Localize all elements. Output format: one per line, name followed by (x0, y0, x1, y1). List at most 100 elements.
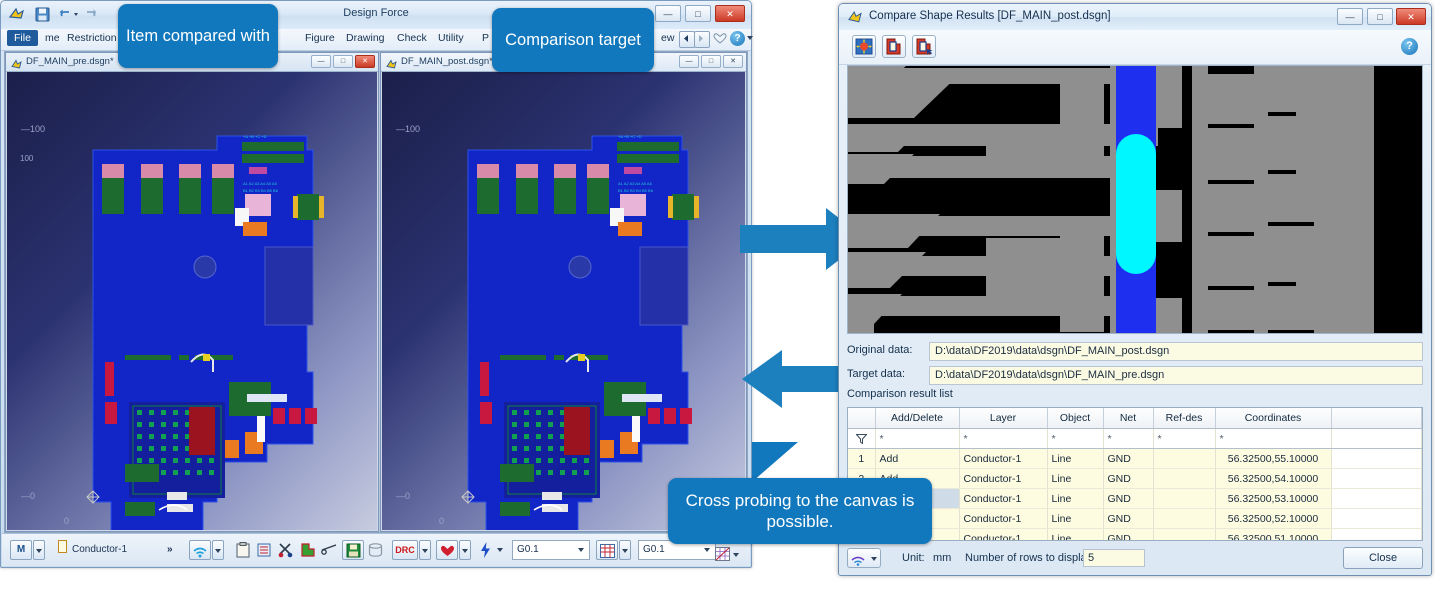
help-icon[interactable]: ? (730, 31, 745, 46)
mdi-label-pre: DF_MAIN_pre.dsgn* (26, 56, 114, 67)
menu-item-check[interactable]: Check (397, 32, 427, 44)
layer-name[interactable]: Conductor-1 (72, 540, 182, 560)
net-visibility-dropdown[interactable] (212, 540, 224, 560)
mdi-label-post: DF_MAIN_post.dsgn* (401, 56, 493, 67)
lightning-dropdown[interactable] (494, 540, 506, 560)
rows-to-display-input[interactable]: 5 (1083, 549, 1145, 567)
dialog-close-button[interactable]: ✕ (1396, 8, 1426, 25)
results-grid: Add/Delete Layer Object Net Ref-des Coor… (848, 408, 1422, 540)
mdi-window-post: DF_MAIN_post.dsgn* — □ ✕ —100 —0 0 +A +B… (380, 52, 747, 532)
table-row[interactable]: Conductor-1 Line GND 56.32500,52.10000 (848, 508, 1422, 529)
table-filter-row[interactable]: * * * * * * (848, 428, 1422, 449)
col-net[interactable]: Net (1103, 408, 1154, 429)
filter-funnel-icon[interactable] (848, 428, 876, 449)
row-layer: Conductor-1 (959, 468, 1048, 489)
row-spacer (1331, 508, 1422, 529)
snap-grid-dropdown[interactable] (733, 553, 739, 557)
nav-next-button[interactable] (694, 31, 710, 48)
row-spacer (1331, 448, 1422, 469)
save-design-icon[interactable] (342, 540, 364, 560)
mdi-maximize-post[interactable]: □ (701, 55, 721, 68)
unit-dropdown-caret[interactable] (871, 557, 877, 561)
drc-button[interactable]: DRC (392, 540, 418, 560)
grid-settings-button[interactable] (596, 540, 618, 560)
copy-select-icon[interactable] (912, 35, 936, 58)
filter-coordinates[interactable]: * (1215, 428, 1332, 449)
filter-object[interactable]: * (1047, 428, 1104, 449)
col-add-delete[interactable]: Add/Delete (875, 408, 960, 429)
mdi-maximize-pre[interactable]: □ (333, 55, 353, 68)
table-row[interactable]: 2 Add Conductor-1 Line GND 56.32500,54.1… (848, 468, 1422, 489)
net-visibility-button[interactable] (189, 540, 211, 560)
menu-item-utility[interactable]: Utility (438, 32, 464, 44)
menu-item-home[interactable]: me (45, 32, 60, 44)
target-data-field[interactable]: D:\data\DF2019\data\dsgn\DF_MAIN_pre.dsg… (929, 366, 1423, 385)
check-heart-button[interactable] (436, 540, 458, 560)
col-layer[interactable]: Layer (959, 408, 1048, 429)
pcb-canvas-pre[interactable]: 100 —100 —0 0 +A +B +C +D A1 A2 A3 A4 A5… (7, 72, 377, 530)
grid-combo-1-caret[interactable] (578, 548, 584, 552)
row-net: GND (1103, 488, 1154, 509)
snap-grid-icon[interactable] (715, 547, 731, 561)
filter-refdes[interactable]: * (1153, 428, 1216, 449)
compare-icon[interactable] (852, 35, 876, 58)
menu-item-restriction[interactable]: Restriction (67, 32, 117, 44)
database-icon[interactable] (366, 540, 384, 560)
svg-text:A1 A2 A3 A4 A5 A6: A1 A2 A3 A4 A5 A6 (618, 181, 653, 186)
table-row[interactable]: Conductor-1 Line GND 56.32500,53.10000 (848, 488, 1422, 509)
comparison-result-table[interactable]: Add/Delete Layer Object Net Ref-des Coor… (847, 407, 1423, 541)
menu-item-view[interactable]: ew (661, 32, 674, 44)
mdi-minimize-pre[interactable]: — (311, 55, 331, 68)
table-row[interactable]: Conductor-1 Line GND 56.32500,51.10000 (848, 528, 1422, 540)
grid-settings-dropdown[interactable] (619, 540, 631, 560)
close-button[interactable]: ✕ (715, 5, 745, 22)
dialog-minimize-button[interactable]: — (1337, 8, 1363, 25)
row-spacer (1331, 528, 1422, 540)
pcb-canvas-post[interactable]: —100 —0 0 +A +B +C +D A1 A2 A3 A4 A5 A6 … (382, 72, 745, 530)
col-refdes[interactable]: Ref-des (1153, 408, 1216, 429)
shape-fill-icon[interactable] (299, 540, 317, 560)
col-object[interactable]: Object (1047, 408, 1104, 429)
menu-item-file[interactable]: File (7, 30, 38, 46)
filter-layer[interactable]: * (959, 428, 1048, 449)
nav-prev-button[interactable] (679, 31, 695, 48)
row-layer: Conductor-1 (959, 488, 1048, 509)
svg-text:—100: —100 (396, 124, 420, 134)
help-icon[interactable]: ? (1401, 38, 1418, 55)
col-spacer (1331, 408, 1422, 429)
grid-combo-2-caret[interactable] (704, 548, 710, 552)
dialog-maximize-button[interactable]: □ (1367, 8, 1393, 25)
mode-button[interactable]: M (10, 540, 32, 560)
filter-add-delete[interactable]: * (875, 428, 960, 449)
maximize-button[interactable]: □ (685, 5, 711, 22)
copy-icon[interactable] (882, 35, 906, 58)
menu-item-p[interactable]: P (482, 32, 489, 44)
dialog-titlebar: Compare Shape Results [DF_MAIN_post.dsgn… (839, 4, 1431, 30)
lightning-icon[interactable] (478, 540, 492, 560)
layer-overflow-button[interactable]: » (167, 540, 183, 560)
trim-tool-icon[interactable] (320, 540, 338, 560)
original-data-field[interactable]: D:\data\DF2019\data\dsgn\DF_MAIN_post.ds… (929, 342, 1423, 361)
unit-settings-button[interactable] (847, 548, 881, 568)
col-coordinates[interactable]: Coordinates (1215, 408, 1332, 429)
table-row[interactable]: 1 Add Conductor-1 Line GND 56.32500,55.1… (848, 448, 1422, 469)
drc-dropdown[interactable] (419, 540, 431, 560)
minimize-button[interactable]: — (655, 5, 681, 22)
shape-preview-canvas[interactable] (847, 65, 1423, 334)
mdi-minimize-post[interactable]: — (679, 55, 699, 68)
menu-item-figure[interactable]: Figure (305, 32, 335, 44)
mode-dropdown-button[interactable] (33, 540, 45, 560)
filter-net[interactable]: * (1103, 428, 1154, 449)
layers-icon[interactable] (255, 540, 273, 560)
scissors-tool-icon[interactable] (276, 540, 296, 560)
check-dropdown[interactable] (459, 540, 471, 560)
menu-item-drawing[interactable]: Drawing (346, 32, 385, 44)
help-dropdown-icon[interactable] (747, 36, 753, 40)
unit-label: Unit: (902, 552, 925, 564)
favorite-icon[interactable] (713, 32, 727, 50)
design-file-icon (848, 10, 862, 24)
close-button[interactable]: Close (1343, 547, 1423, 569)
clipboard-icon[interactable] (234, 540, 252, 560)
mdi-close-post[interactable]: ✕ (723, 55, 743, 68)
mdi-close-pre[interactable]: ✕ (355, 55, 375, 68)
